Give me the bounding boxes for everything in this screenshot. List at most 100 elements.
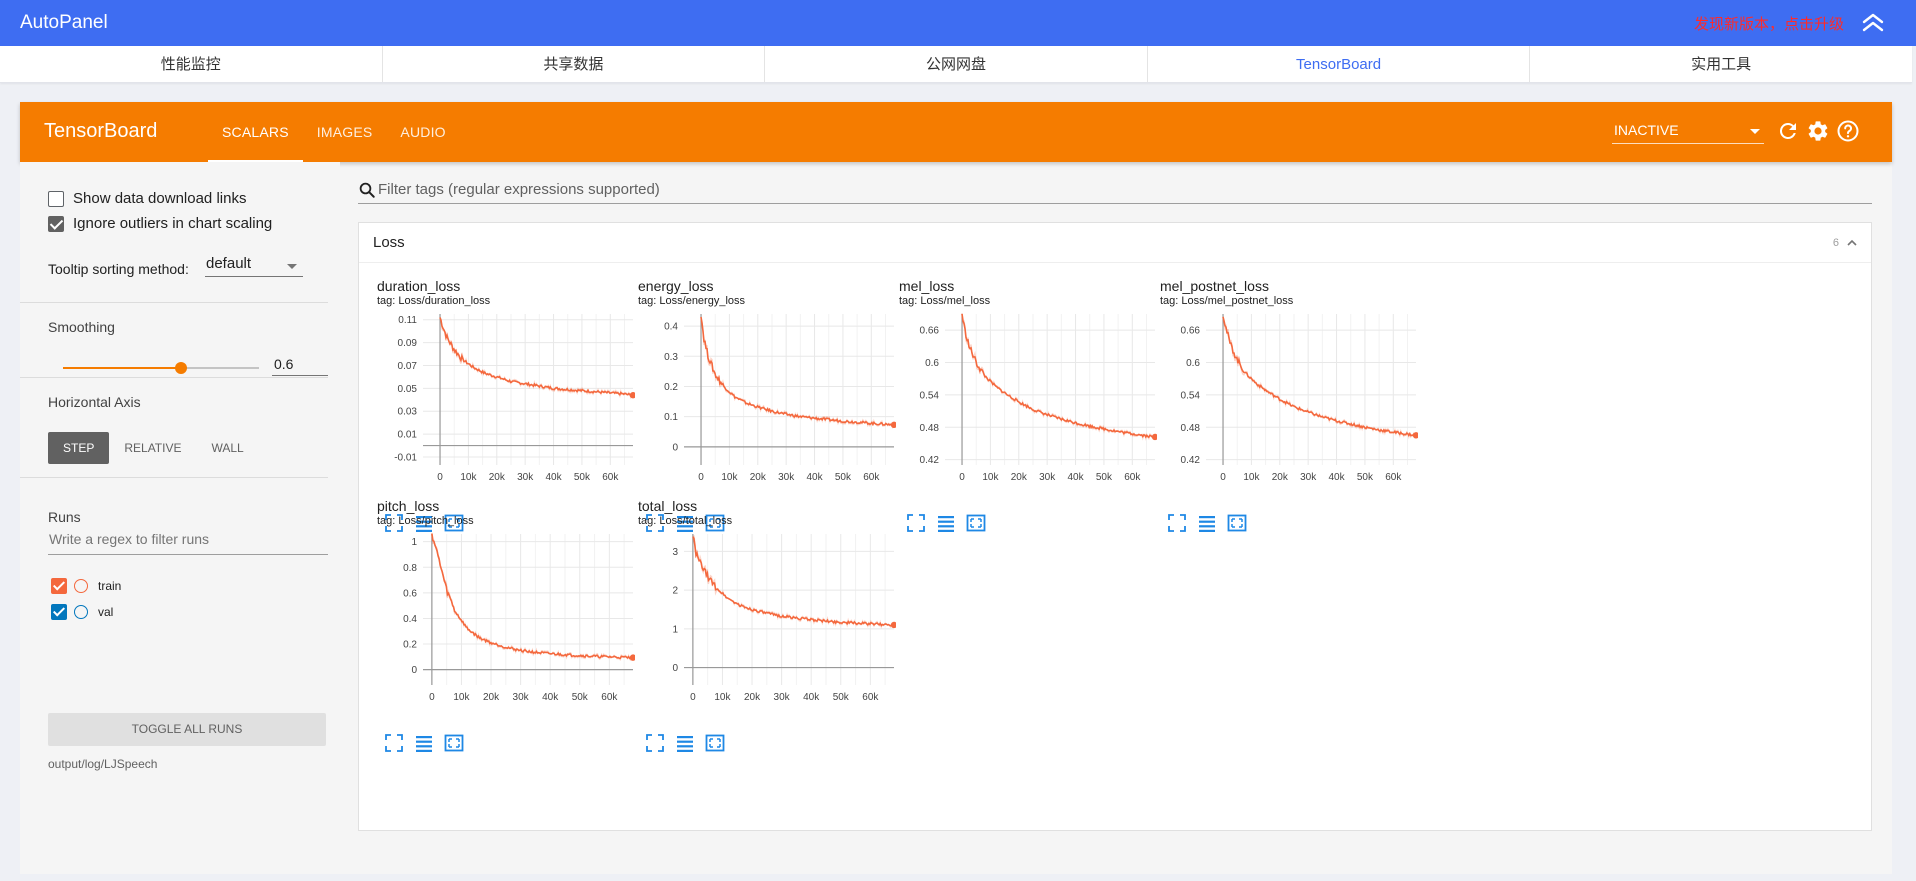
- y-tick-label: 0.6: [1186, 358, 1200, 369]
- tensorboard-frame: TensorBoard SCALARS IMAGES AUDIO INACTIV…: [20, 102, 1892, 874]
- chart-plot: 0 10k 20k 30k 40k 50k 60k 3 2 1 0: [672, 534, 896, 703]
- x-tick-label: 20k: [1272, 472, 1289, 483]
- x-tick-label: 30k: [517, 472, 534, 483]
- fit-domain-icon[interactable]: [965, 512, 987, 534]
- y-tick-label: 0.48: [920, 423, 940, 434]
- ignore-outliers-checkbox[interactable]: [48, 215, 64, 232]
- smoothing-slider[interactable]: [63, 362, 259, 374]
- horizontal-axis-label: Horizontal Axis: [48, 394, 141, 410]
- ignore-outliers-row: Ignore outliers in chart scaling: [48, 215, 272, 232]
- y-tick-label: 0.48: [1181, 423, 1201, 434]
- toggle-log-icon[interactable]: [674, 732, 696, 754]
- chart-plot: 0 10k 20k 30k 40k 50k 60k 1 0.8 0.6 0.4 0.2 0: [403, 533, 635, 703]
- x-tick-label: 50k: [574, 472, 591, 483]
- run-color-icon: [74, 579, 88, 593]
- run-val-checkbox[interactable]: [51, 604, 67, 620]
- nav-scalars[interactable]: SCALARS: [208, 102, 303, 162]
- y-tick-label: 0.66: [920, 326, 940, 337]
- chart-tag: tag: Loss/pitch_loss: [377, 515, 474, 527]
- x-tick-label: 30k: [1039, 472, 1056, 483]
- chart-title: duration_loss: [377, 278, 461, 294]
- upgrade-notice[interactable]: 发现新版本，点击升级: [1694, 13, 1844, 34]
- chart-toolbar: [1166, 512, 1256, 534]
- y-tick-label: 0.01: [398, 430, 418, 441]
- run-train-checkbox[interactable]: [51, 578, 67, 594]
- y-tick-label: 0.66: [1181, 326, 1201, 337]
- divider: [20, 377, 328, 378]
- x-tick-label: 0: [429, 692, 435, 703]
- loss-card-header[interactable]: Loss 6: [359, 223, 1871, 263]
- x-tick-label: 10k: [982, 472, 999, 483]
- fit-domain-icon[interactable]: [1226, 512, 1248, 534]
- show-download-checkbox[interactable]: [48, 190, 64, 207]
- y-tick-label: 0.3: [664, 352, 678, 363]
- smoothing-input[interactable]: 0.6: [272, 354, 328, 376]
- x-tick-label: 20k: [483, 692, 500, 703]
- fullscreen-icon[interactable]: [1166, 512, 1188, 534]
- tensorboard-brand: TensorBoard: [44, 120, 158, 142]
- y-tick-label: 0.05: [398, 384, 418, 395]
- scalar-chart: total_loss tag: Loss/total_loss 0 10k 20k 30k…: [636, 498, 946, 760]
- tab-tensorboard[interactable]: TensorBoard: [1148, 46, 1531, 82]
- x-tick-label: 60k: [601, 692, 618, 703]
- x-tick-label: 50k: [833, 692, 850, 703]
- divider: [20, 302, 328, 303]
- runs-filter-input[interactable]: Write a regex to filter runs: [48, 531, 328, 555]
- y-tick-label: 0.4: [403, 614, 417, 625]
- axis-wall-button[interactable]: WALL: [196, 432, 258, 464]
- toggle-log-icon[interactable]: [413, 732, 435, 754]
- chart-title: pitch_loss: [377, 498, 440, 514]
- chevron-up-icon: [1847, 239, 1857, 246]
- y-tick-label: 0.2: [664, 382, 678, 393]
- tab-performance[interactable]: 性能监控: [0, 46, 383, 82]
- horizontal-axis-toggle: STEP RELATIVE WALL: [48, 432, 259, 464]
- plugin-status-select[interactable]: INACTIVE: [1612, 122, 1764, 144]
- axis-relative-button[interactable]: RELATIVE: [109, 432, 196, 464]
- nav-audio[interactable]: AUDIO: [386, 102, 459, 162]
- y-tick-label: 0.09: [398, 338, 418, 349]
- x-tick-label: 0: [698, 472, 704, 483]
- tab-tools[interactable]: 实用工具: [1530, 46, 1912, 82]
- y-tick-label: 0.03: [398, 407, 418, 418]
- axis-step-button[interactable]: STEP: [48, 432, 110, 464]
- raw-series-line: [431, 533, 634, 661]
- fit-domain-icon[interactable]: [704, 732, 726, 754]
- tab-public-drive[interactable]: 公网网盘: [765, 46, 1148, 82]
- tensorboard-header: TensorBoard SCALARS IMAGES AUDIO INACTIV…: [20, 102, 1892, 162]
- x-tick-label: 20k: [744, 692, 761, 703]
- toggle-all-runs-button[interactable]: TOGGLE ALL RUNS: [48, 713, 326, 746]
- tab-shared-data[interactable]: 共享数据: [383, 46, 766, 82]
- fullscreen-icon[interactable]: [644, 732, 666, 754]
- y-tick-label: 0.6: [925, 358, 939, 369]
- help-icon[interactable]: [1836, 119, 1860, 143]
- smoothing-label: Smoothing: [48, 319, 115, 335]
- y-tick-label: 0.54: [1181, 390, 1201, 401]
- tooltip-sort-select[interactable]: default: [205, 255, 303, 277]
- fullscreen-icon[interactable]: [383, 732, 405, 754]
- y-tick-label: 2: [672, 586, 678, 597]
- refresh-icon[interactable]: [1776, 119, 1800, 143]
- toggle-log-icon[interactable]: [1196, 512, 1218, 534]
- show-download-row: Show data download links: [48, 190, 246, 207]
- smoothing-slider-fill: [63, 367, 181, 369]
- x-tick-label: 10k: [453, 692, 470, 703]
- smoothing-slider-thumb[interactable]: [174, 362, 187, 374]
- chart-tag: tag: Loss/energy_loss: [638, 295, 746, 307]
- double-chevron-up-icon[interactable]: [1858, 8, 1888, 38]
- fit-domain-icon[interactable]: [443, 732, 465, 754]
- smoothed-series-line: [431, 533, 634, 660]
- x-tick-label: 20k: [750, 472, 767, 483]
- chart-tag: tag: Loss/mel_loss: [899, 295, 991, 307]
- series-end-point: [1151, 433, 1157, 441]
- run-color-icon: [74, 605, 88, 619]
- x-tick-label: 50k: [835, 472, 852, 483]
- tag-filter-input[interactable]: Filter tags (regular expressions support…: [358, 176, 1872, 204]
- y-tick-label: 0.4: [664, 322, 678, 333]
- settings-icon[interactable]: [1806, 119, 1830, 143]
- loss-card-title: Loss: [373, 234, 405, 251]
- y-tick-label: 0: [672, 442, 678, 453]
- x-tick-label: 10k: [721, 472, 738, 483]
- y-tick-label: 1: [411, 537, 417, 548]
- chart-toolbar: [383, 732, 473, 754]
- nav-images[interactable]: IMAGES: [303, 102, 387, 162]
